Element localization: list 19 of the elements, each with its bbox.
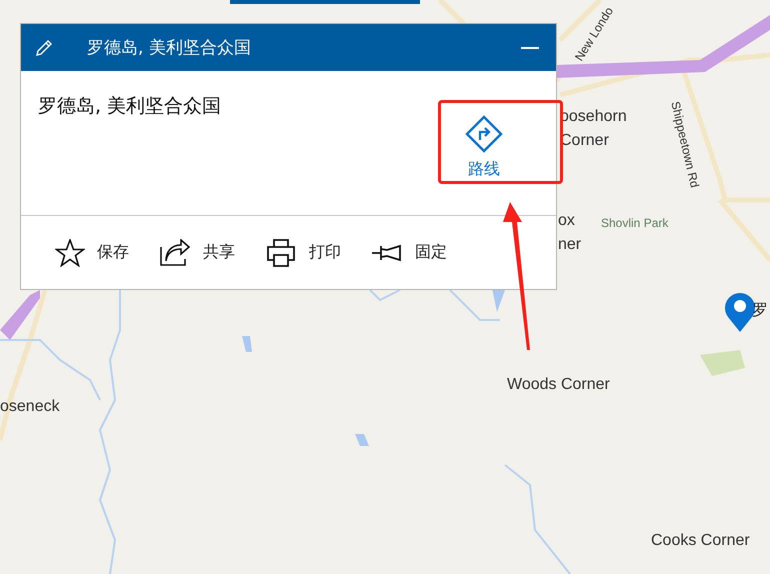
- map-label: oosehorn: [560, 108, 627, 126]
- pencil-icon[interactable]: [35, 38, 53, 56]
- map-label: Shovlin Park: [601, 216, 668, 230]
- card-title: 罗德岛, 美利坚合众国: [87, 37, 252, 59]
- action-button[interactable]: 固定: [371, 242, 447, 264]
- map-label: Woods Corner: [507, 376, 610, 394]
- map-label: ox: [558, 212, 575, 230]
- map-label: oseneck: [0, 398, 60, 416]
- directions-icon: [465, 115, 503, 153]
- directions-button[interactable]: 路线: [465, 115, 503, 180]
- map-label: ner: [558, 236, 582, 254]
- action-button[interactable]: 共享: [159, 238, 235, 266]
- action-button[interactable]: 打印: [265, 238, 341, 268]
- star-icon: [55, 238, 85, 266]
- action-button[interactable]: 保存: [55, 238, 129, 266]
- map-label: Cooks Corner: [651, 532, 750, 550]
- place-name: 罗德岛, 美利坚合众国: [38, 94, 222, 119]
- share-icon: [159, 238, 191, 266]
- printer-icon: [265, 238, 297, 268]
